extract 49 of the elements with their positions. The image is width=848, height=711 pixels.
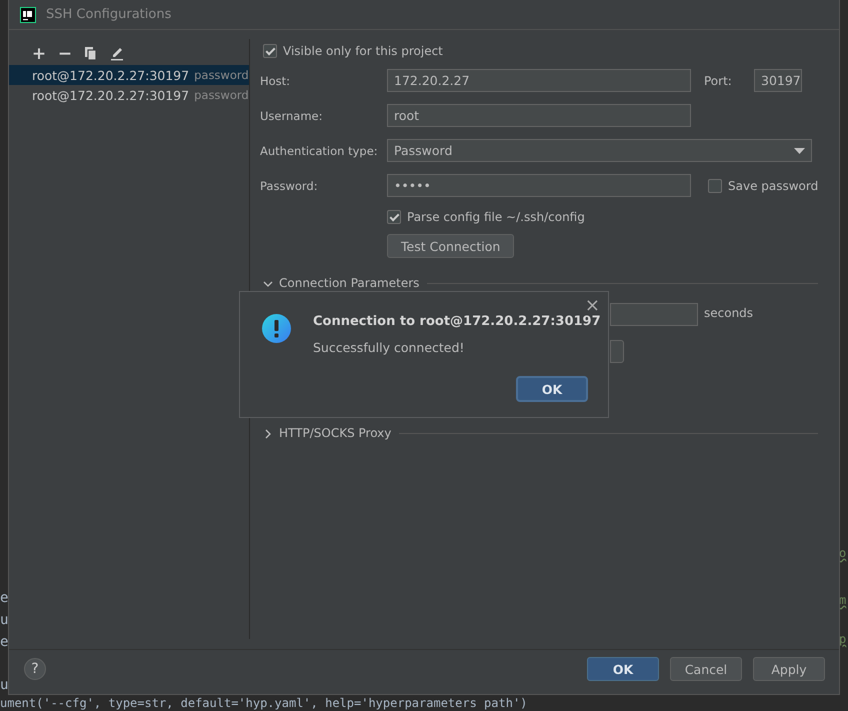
close-button[interactable]: × (584, 297, 600, 315)
connection-item[interactable]: root@172.20.2.27:30197 password (9, 85, 249, 105)
field-label: Port: (704, 74, 733, 88)
help-button[interactable]: ? (24, 658, 46, 680)
code-text: p (839, 632, 846, 646)
dialog-button[interactable]: Apply (753, 657, 825, 681)
chevron-right-icon[interactable] (263, 428, 273, 438)
field-label: Authentication type: (260, 144, 379, 158)
code-text: u (0, 677, 8, 693)
auth-hint: password (194, 68, 249, 82)
field-label: Password: (260, 178, 319, 192)
input-field[interactable]: 30197 (754, 69, 802, 92)
section-title[interactable]: Connection Parameters (279, 276, 420, 290)
unit-label: seconds (704, 306, 754, 320)
code-line: ument('--cfg', type=str, default='hyp.yaml', help='hyperparameters path') (0, 696, 528, 710)
input-field[interactable] (610, 303, 698, 326)
code-text: e (0, 590, 8, 606)
remove-icon[interactable]: − (57, 46, 73, 62)
field-label: Username: (260, 108, 324, 122)
checkbox[interactable] (708, 178, 722, 192)
code-text: u (0, 612, 8, 628)
input-field[interactable]: root (387, 104, 691, 127)
add-icon[interactable]: + (31, 46, 47, 62)
auth-hint: password (194, 88, 249, 102)
checkbox-label: Save password (728, 178, 818, 192)
section-title[interactable]: HTTP/SOCKS Proxy (279, 426, 392, 440)
checkbox[interactable] (387, 210, 401, 224)
window-title: SSH Configurations (46, 7, 172, 22)
connection-name: root@172.20.2.27:30197 (32, 68, 190, 82)
info-icon (262, 314, 291, 343)
connection-name: root@172.20.2.27:30197 (32, 88, 190, 102)
checkbox-label: Visible only for this project (283, 44, 443, 58)
connection-item[interactable]: root@172.20.2.27:30197 password (9, 65, 249, 85)
field-label: Host: (260, 74, 292, 88)
auth-type-dropdown[interactable]: Password (387, 139, 812, 162)
test-connection-button[interactable]: Test Connection (387, 234, 514, 258)
checkbox[interactable] (263, 44, 277, 58)
message-title: Connection to root@172.20.2.27:30197 (313, 314, 601, 329)
input-field[interactable]: 172.20.2.27 (387, 69, 691, 92)
dialog-button[interactable]: Cancel (670, 657, 742, 681)
message-text: Successfully connected! (313, 340, 464, 355)
code-text: o (839, 546, 846, 560)
caret-icon (794, 148, 805, 154)
checkbox-label: Parse config file ~/.ssh/config (407, 210, 585, 224)
code-text: e (0, 634, 8, 650)
dialog-button[interactable]: OK (587, 657, 659, 681)
ok-button[interactable]: OK (516, 376, 588, 402)
password-field[interactable]: ••••• (387, 174, 691, 197)
app-logo-icon (20, 6, 36, 22)
